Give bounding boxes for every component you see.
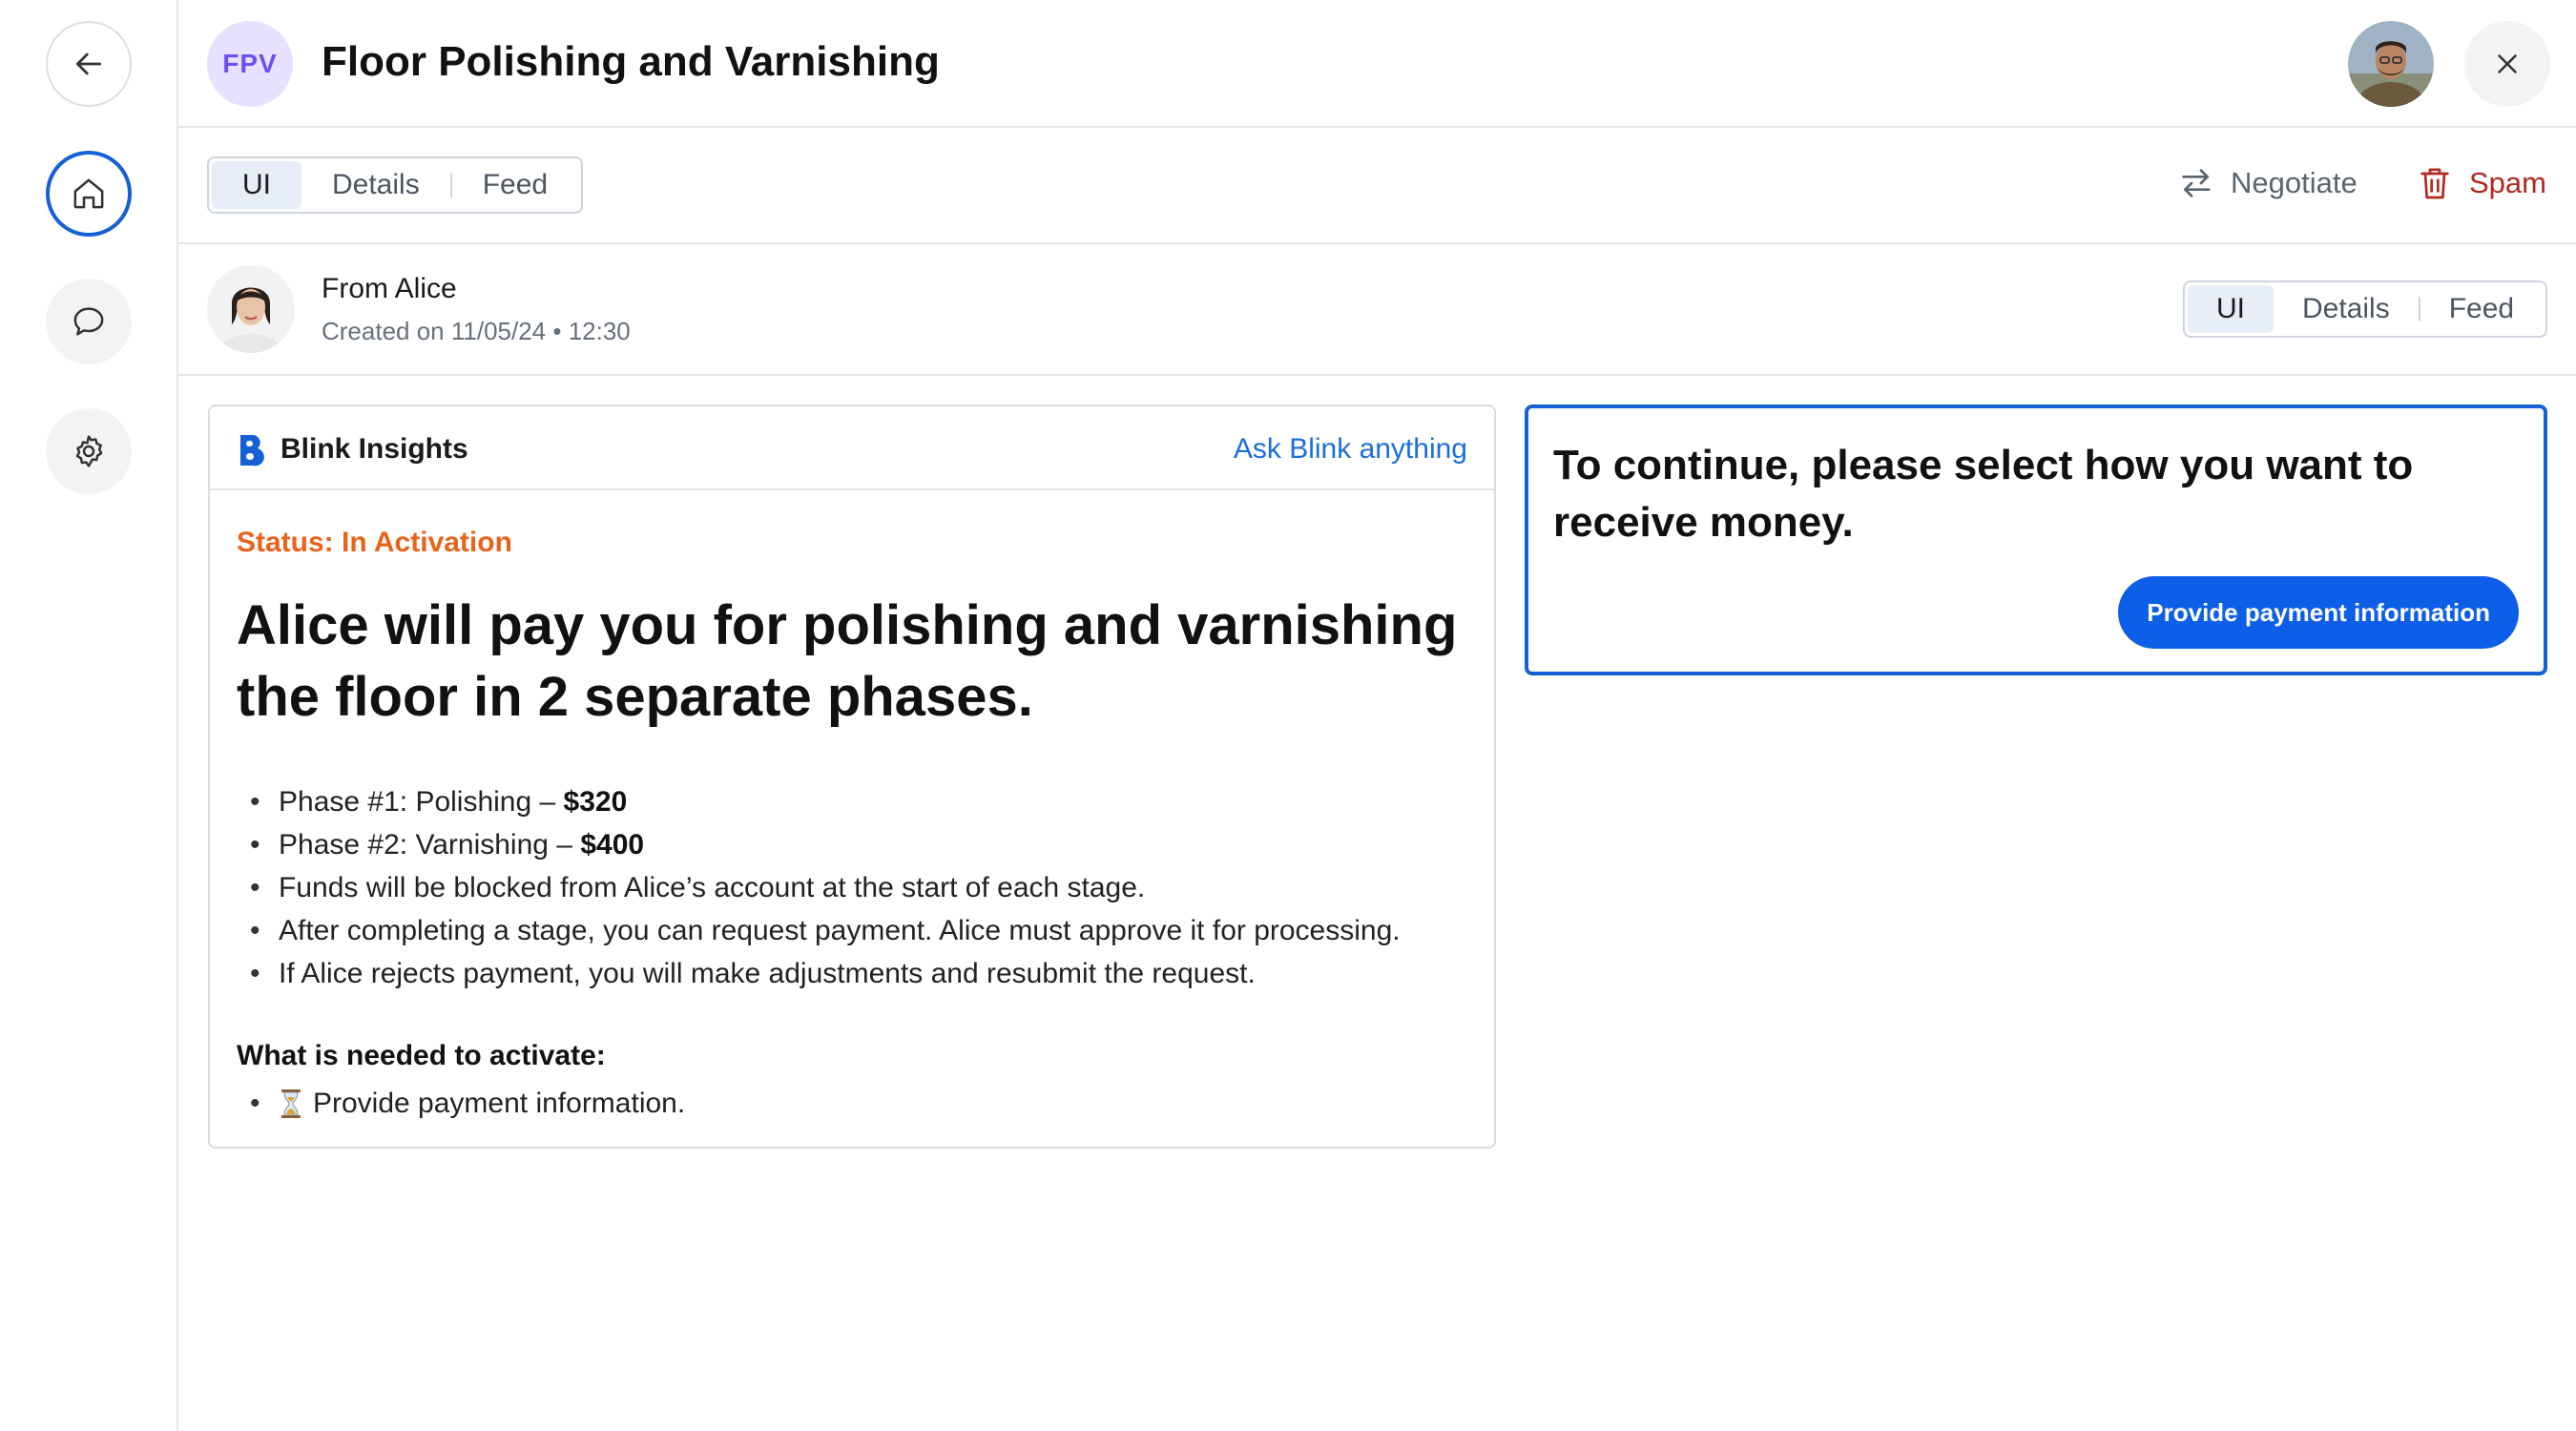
left-rail <box>0 0 178 1431</box>
insights-header: Blink Insights Ask Blink anything <box>210 406 1494 490</box>
list-item: If Alice rejects payment, you will make … <box>237 952 1477 995</box>
tab-ui[interactable]: UI <box>212 161 301 209</box>
blink-insights-card: Blink Insights Ask Blink anything Status… <box>208 404 1496 1149</box>
hourglass-icon <box>281 1089 301 1118</box>
settings-button[interactable] <box>46 408 132 494</box>
back-arrow-icon <box>76 52 101 75</box>
insights-headline: Alice will pay you for polishing and var… <box>237 594 1458 728</box>
project-badge: FPV <box>207 21 293 107</box>
negotiate-label: Negotiate <box>2231 166 2358 199</box>
activation-requirements-title: What is needed to activate: <box>237 1040 606 1071</box>
tab-details-secondary[interactable]: Details <box>2274 285 2419 333</box>
tab-details[interactable]: Details <box>301 161 450 209</box>
view-tabs-right: UI Details Feed <box>2183 280 2548 338</box>
swap-arrows-icon <box>2182 169 2211 197</box>
chat-button[interactable] <box>46 279 132 364</box>
view-tabs-top: UI Details Feed <box>207 156 584 214</box>
home-icon <box>73 178 104 209</box>
list-item: Provide payment information. <box>237 1082 685 1125</box>
page-title: Floor Polishing and Varnishing <box>322 38 940 85</box>
spam-button[interactable]: Spam <box>2416 164 2546 202</box>
list-item: After completing a stage, you can reques… <box>237 909 1477 952</box>
spam-label: Spam <box>2469 166 2546 199</box>
phase1-amount: $320 <box>563 786 628 818</box>
phase1-label: Phase #1: Polishing – <box>279 786 564 818</box>
toolbar: UI Details Feed Negotiate Spam <box>178 128 2576 244</box>
list-item: Phase #1: Polishing – $320 <box>237 780 1477 823</box>
user-avatar[interactable] <box>2348 21 2434 107</box>
user-avatar-image <box>2348 21 2434 107</box>
trash-icon <box>2420 168 2449 199</box>
tab-ui-secondary[interactable]: UI <box>2188 285 2274 333</box>
sender-avatar-image <box>207 265 295 353</box>
ask-blink-link[interactable]: Ask Blink anything <box>1234 433 1467 466</box>
back-button[interactable] <box>46 21 132 107</box>
activation-requirements-list: Provide payment information. <box>237 1082 685 1125</box>
gear-icon <box>75 435 103 467</box>
provide-payment-button[interactable]: Provide payment information <box>2118 576 2519 649</box>
tab-feed-secondary[interactable]: Feed <box>2420 285 2543 333</box>
page-header: FPV Floor Polishing and Varnishing <box>178 0 2576 128</box>
status-text: Status: In Activation <box>237 527 512 558</box>
terms-list: Phase #1: Polishing – $320 Phase #2: Var… <box>237 780 1477 995</box>
payment-prompt-text: To continue, please select how you want … <box>1553 442 2414 546</box>
phase2-label: Phase #2: Varnishing – <box>279 829 581 861</box>
blink-logo-icon <box>240 435 264 467</box>
payment-prompt-card: To continue, please select how you want … <box>1525 404 2547 675</box>
negotiate-button[interactable]: Negotiate <box>2177 164 2358 202</box>
chat-icon <box>73 307 104 336</box>
phase2-amount: $400 <box>580 829 645 861</box>
home-button[interactable] <box>46 151 132 237</box>
sender-name: From Alice <box>322 273 457 304</box>
close-icon <box>2498 54 2517 73</box>
needed-item-label: Provide payment information. <box>313 1088 686 1119</box>
sender-row: From Alice Created on 11/05/24 • 12:30 U… <box>178 244 2576 376</box>
list-item: Phase #2: Varnishing – $400 <box>237 823 1477 866</box>
tab-feed[interactable]: Feed <box>452 161 578 209</box>
list-item: Funds will be blocked from Alice’s accou… <box>237 866 1477 909</box>
created-timestamp: Created on 11/05/24 • 12:30 <box>322 317 631 345</box>
close-button[interactable] <box>2464 21 2550 107</box>
insights-title: Blink Insights <box>280 433 468 465</box>
sender-avatar <box>207 265 295 353</box>
